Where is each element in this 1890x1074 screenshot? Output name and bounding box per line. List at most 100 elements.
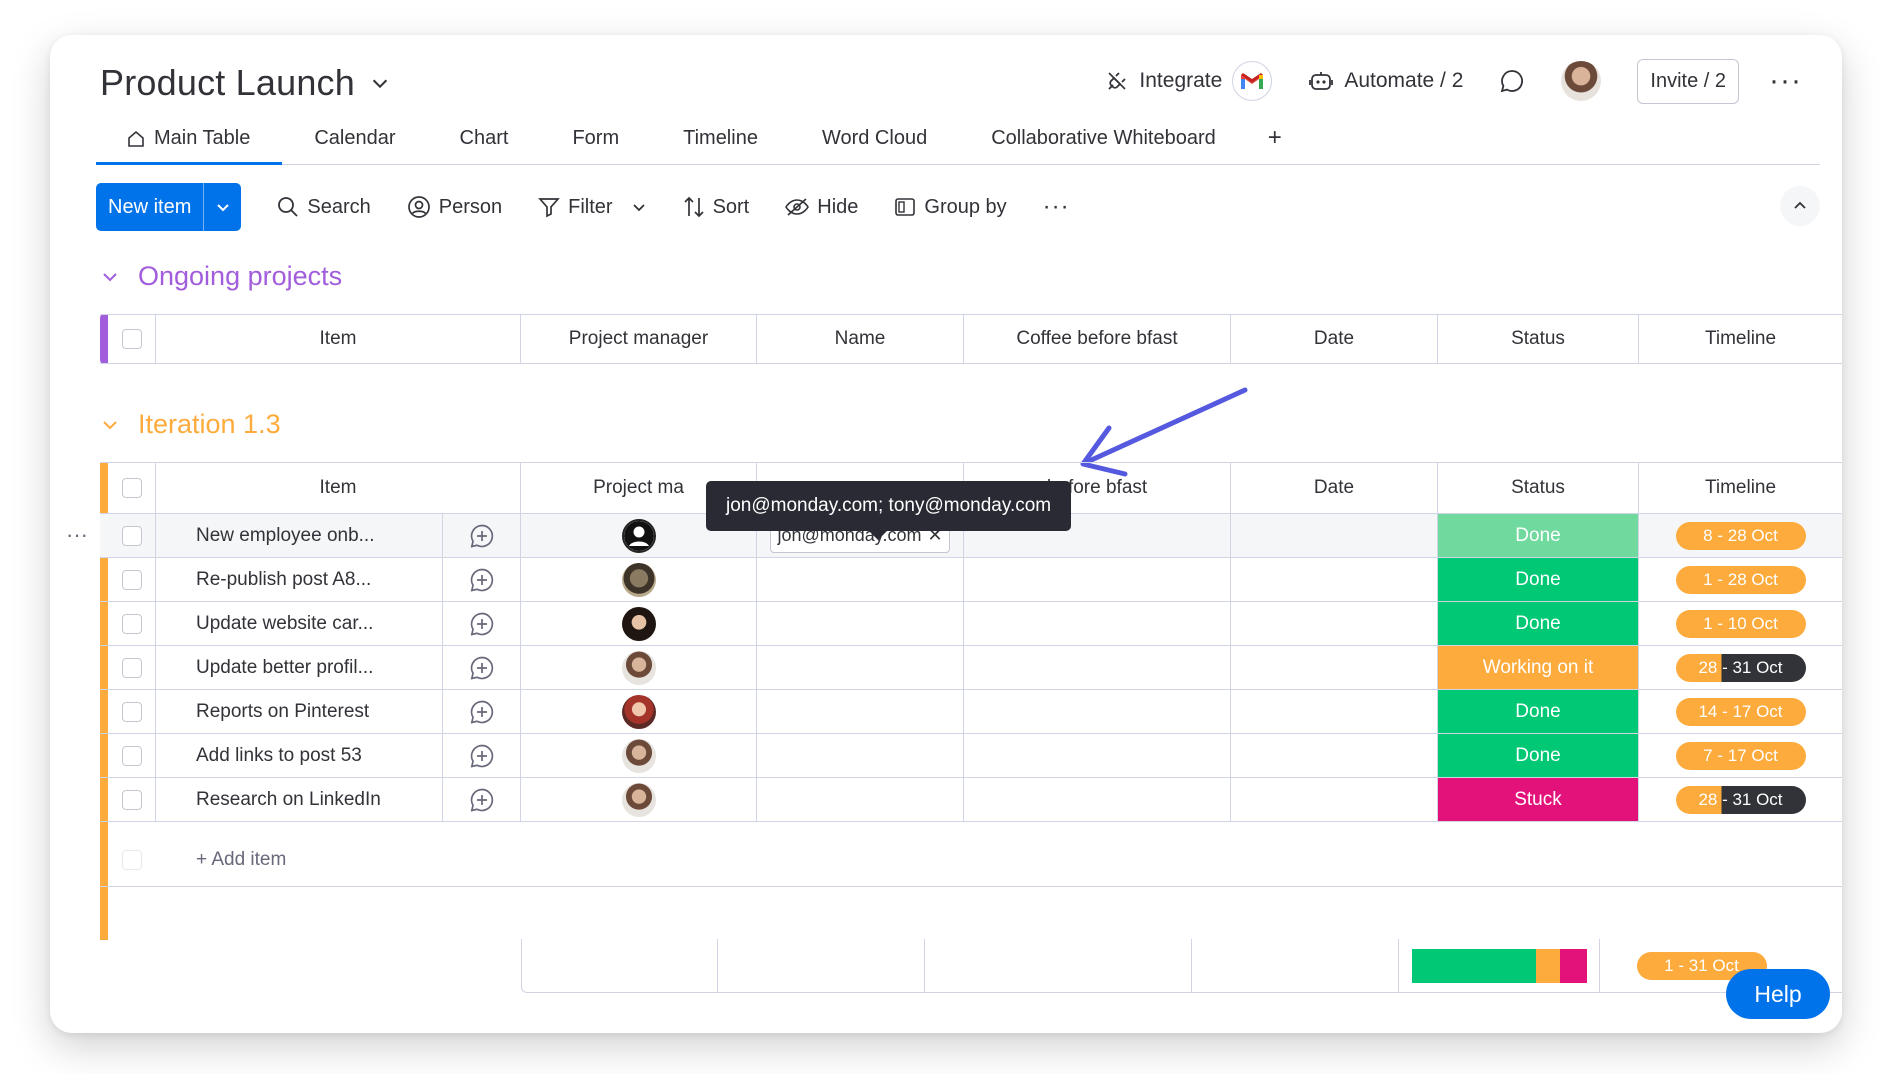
chevron-down-icon[interactable] <box>100 267 120 287</box>
person-avatar[interactable] <box>621 518 656 553</box>
column-header-status[interactable]: Status <box>1438 315 1639 363</box>
add-update-icon[interactable] <box>469 699 495 725</box>
column-header-date[interactable]: Date <box>1231 315 1438 363</box>
timeline-cell[interactable]: 28 - 31 Oct <box>1639 646 1842 689</box>
tab-main-table[interactable]: Main Table <box>96 127 283 165</box>
updates-cell[interactable] <box>443 514 521 557</box>
add-update-icon[interactable] <box>469 567 495 593</box>
add-item-input[interactable]: + Add item <box>156 834 756 886</box>
column-header-timeline[interactable]: Timeline <box>1639 463 1842 513</box>
date-cell[interactable] <box>1231 558 1438 601</box>
toolbar-more-button[interactable]: ··· <box>1043 193 1070 221</box>
item-name-cell[interactable]: Update website car... <box>156 602 443 645</box>
name-email-cell[interactable] <box>757 646 964 689</box>
project-manager-cell[interactable] <box>521 646 757 689</box>
person-avatar[interactable] <box>621 782 656 817</box>
column-header-item[interactable]: Item <box>156 315 521 363</box>
help-button[interactable]: Help <box>1726 969 1830 1019</box>
group-header-iteration[interactable]: Iteration 1.3 <box>100 409 281 440</box>
date-cell[interactable] <box>1231 778 1438 821</box>
status-cell[interactable]: Done <box>1438 558 1639 601</box>
column-header-coffee[interactable]: Coffee before bfast <box>964 315 1231 363</box>
user-avatar[interactable] <box>1561 61 1602 101</box>
filter-button[interactable]: Filter <box>538 196 646 219</box>
column-header-item[interactable]: Item <box>156 463 521 513</box>
status-cell[interactable]: Stuck <box>1438 778 1639 821</box>
person-avatar[interactable] <box>621 650 656 685</box>
row-checkbox[interactable] <box>121 789 142 810</box>
timeline-cell[interactable]: 14 - 17 Oct <box>1639 690 1842 733</box>
row-checkbox[interactable] <box>121 613 142 634</box>
date-cell[interactable] <box>1231 514 1438 557</box>
tab-timeline[interactable]: Timeline <box>651 127 790 164</box>
status-summary-cell[interactable] <box>1399 939 1600 992</box>
date-cell[interactable] <box>1231 734 1438 777</box>
date-cell[interactable] <box>1231 602 1438 645</box>
board-title[interactable]: Product Launch <box>100 62 355 104</box>
add-update-icon[interactable] <box>469 523 495 549</box>
integrate-button[interactable]: Integrate <box>1105 61 1273 101</box>
item-name-cell[interactable]: Add links to post 53 <box>156 734 443 777</box>
table-row[interactable]: Research on LinkedIn Stuck 28 - 31 Oct <box>100 778 1842 822</box>
person-avatar[interactable] <box>621 694 656 729</box>
timeline-cell[interactable]: 28 - 31 Oct <box>1639 778 1842 821</box>
row-checkbox[interactable] <box>121 569 142 590</box>
timeline-cell[interactable]: 1 - 28 Oct <box>1639 558 1842 601</box>
add-update-icon[interactable] <box>469 743 495 769</box>
status-cell[interactable]: Done <box>1438 602 1639 645</box>
updates-cell[interactable] <box>443 646 521 689</box>
name-email-cell[interactable] <box>757 558 964 601</box>
coffee-cell[interactable] <box>964 690 1231 733</box>
item-name-cell[interactable]: Update better profil... <box>156 646 443 689</box>
select-all-checkbox[interactable] <box>121 478 142 498</box>
row-checkbox[interactable] <box>121 525 142 546</box>
sort-button[interactable]: Sort <box>683 195 749 219</box>
new-item-button[interactable]: New item <box>96 183 242 231</box>
column-header-project-manager[interactable]: Project manager <box>521 315 757 363</box>
status-cell[interactable]: Done <box>1438 514 1639 557</box>
group-header-ongoing[interactable]: Ongoing projects <box>100 261 342 292</box>
timeline-cell[interactable]: 7 - 17 Oct <box>1639 734 1842 777</box>
person-avatar[interactable] <box>621 738 656 773</box>
updates-cell[interactable] <box>443 690 521 733</box>
column-header-date[interactable]: Date <box>1231 463 1438 513</box>
coffee-cell[interactable] <box>964 558 1231 601</box>
collapse-header-button[interactable] <box>1780 186 1820 226</box>
coffee-cell[interactable] <box>964 778 1231 821</box>
date-cell[interactable] <box>1231 646 1438 689</box>
add-view-button[interactable]: + <box>1248 124 1302 164</box>
chevron-down-icon[interactable] <box>631 199 647 215</box>
person-avatar[interactable] <box>621 606 656 641</box>
person-avatar[interactable] <box>621 562 656 597</box>
status-cell[interactable]: Done <box>1438 690 1639 733</box>
hide-button[interactable]: Hide <box>785 196 858 219</box>
coffee-cell[interactable] <box>964 646 1231 689</box>
name-email-cell[interactable] <box>757 734 964 777</box>
row-checkbox[interactable] <box>121 745 142 766</box>
timeline-cell[interactable]: 1 - 10 Oct <box>1639 602 1842 645</box>
updates-cell[interactable] <box>443 602 521 645</box>
date-cell[interactable] <box>1231 690 1438 733</box>
item-name-cell[interactable]: New employee onb... <box>156 514 443 557</box>
add-update-icon[interactable] <box>469 787 495 813</box>
item-name-cell[interactable]: Re-publish post A8... <box>156 558 443 601</box>
project-manager-cell[interactable] <box>521 602 757 645</box>
updates-cell[interactable] <box>443 558 521 601</box>
updates-cell[interactable] <box>443 778 521 821</box>
project-manager-cell[interactable] <box>521 690 757 733</box>
name-email-cell[interactable] <box>757 778 964 821</box>
tab-collaborative-whiteboard[interactable]: Collaborative Whiteboard <box>959 127 1248 164</box>
item-name-cell[interactable]: Research on LinkedIn <box>156 778 443 821</box>
group-by-button[interactable]: Group by <box>894 196 1007 219</box>
automate-button[interactable]: Automate / 2 <box>1308 69 1463 93</box>
chevron-down-icon[interactable] <box>100 415 120 435</box>
tab-form[interactable]: Form <box>540 127 651 164</box>
name-email-cell[interactable] <box>757 602 964 645</box>
column-header-status[interactable]: Status <box>1438 463 1639 513</box>
search-button[interactable]: Search <box>277 196 371 219</box>
column-header-name[interactable]: Name <box>757 315 964 363</box>
tab-calendar[interactable]: Calendar <box>282 127 427 164</box>
group-title[interactable]: Ongoing projects <box>138 261 342 292</box>
tab-chart[interactable]: Chart <box>428 127 541 164</box>
table-row[interactable]: Update website car... Done 1 - 10 Oct <box>100 602 1842 646</box>
